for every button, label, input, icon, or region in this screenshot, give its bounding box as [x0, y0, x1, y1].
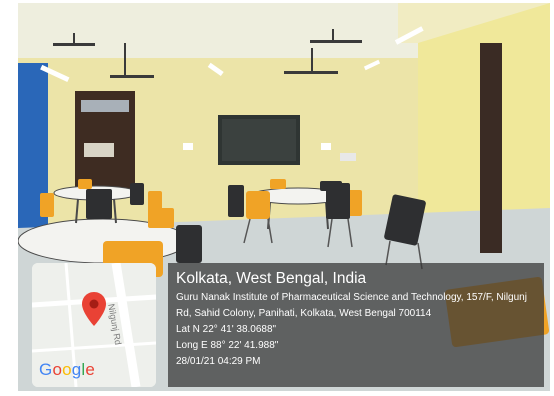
- logo-letter: o: [52, 360, 63, 379]
- latitude-text: Lat N 22° 41' 38.0688": [176, 324, 277, 335]
- logo-letter: o: [62, 360, 72, 379]
- logo-letter: G: [39, 360, 53, 379]
- location-pin-icon: [82, 292, 106, 326]
- logo-letter: g: [71, 360, 82, 379]
- map-thumbnail[interactable]: Nilgunj Rd Google: [32, 263, 156, 387]
- location-address: Guru Nanak Institute of Pharmaceutical S…: [176, 292, 527, 319]
- google-logo: Google: [39, 360, 95, 380]
- logo-letter: e: [85, 360, 96, 379]
- location-title: Kolkata, West Bengal, India: [176, 270, 367, 287]
- geotag-info-panel: Kolkata, West Bengal, India Guru Nanak I…: [168, 263, 544, 387]
- photo-frame: Nilgunj Rd Google Kolkata, West Bengal, …: [18, 3, 550, 391]
- timestamp-text: 28/01/21 04:29 PM: [176, 356, 261, 367]
- longitude-text: Long E 88° 22' 41.988": [176, 340, 279, 351]
